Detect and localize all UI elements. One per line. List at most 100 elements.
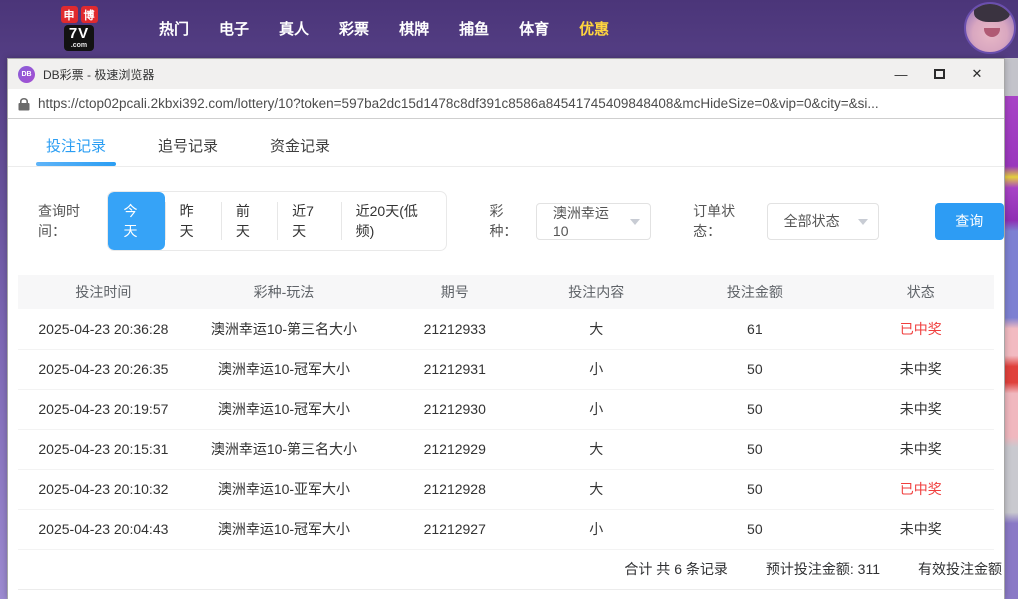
cell-game: 澳洲幸运10-亚军大小: [188, 469, 380, 510]
tab-fund-records[interactable]: 资金记录: [270, 135, 330, 166]
record-tabs: 投注记录 追号记录 资金记录: [8, 120, 1004, 167]
cell-time: 2025-04-23 20:04:43: [18, 509, 189, 550]
nav-item-slots[interactable]: 电子: [204, 10, 264, 47]
minimize-button[interactable]: —: [882, 60, 920, 88]
logo-badge-1: 申: [60, 6, 78, 23]
status-badge: 未中奖: [847, 429, 994, 470]
window-title: DB彩票 - 极速浏览器: [43, 67, 155, 82]
nav-item-promo[interactable]: 优惠: [564, 10, 624, 47]
time-range-group: 今天 昨天 前天 近7天 近20天(低频): [107, 191, 448, 251]
close-button[interactable]: ✕: [958, 60, 996, 88]
favicon-icon: DB: [18, 65, 35, 83]
cell-game: 澳洲幸运10-冠军大小: [188, 509, 380, 550]
cell-issue: 21212928: [379, 469, 531, 510]
site-logo[interactable]: 申 博 7V .com: [48, 6, 110, 51]
cell-game: 澳洲幸运10-第三名大小: [188, 429, 380, 470]
logo-wordmark: 7V .com: [63, 25, 95, 51]
nav-item-live[interactable]: 真人: [264, 10, 324, 47]
cell-time: 2025-04-23 20:19:57: [18, 389, 189, 430]
header-bet-amount: 投注金额: [662, 275, 848, 309]
window-titlebar[interactable]: DB DB彩票 - 极速浏览器 — ✕: [8, 59, 1004, 89]
cell-issue: 21212931: [379, 349, 531, 390]
lottery-filter-label: 彩种：: [489, 203, 518, 239]
nav-item-hot[interactable]: 热门: [144, 10, 204, 47]
screen: 申 博 7V .com 热门 电子 真人 彩票 棋牌 捕鱼 体育 优惠 DB D…: [0, 0, 1018, 599]
cell-game: 澳洲幸运10-第三名大小: [188, 309, 380, 350]
time-option-20days[interactable]: 近20天(低频): [340, 192, 447, 250]
table-row: 2025-04-23 20:04:43 澳洲幸运10-冠军大小 21212927…: [18, 509, 994, 550]
table-row: 2025-04-23 20:10:32 澳洲幸运10-亚军大小 21212928…: [18, 469, 994, 510]
nav-item-fishing[interactable]: 捕鱼: [444, 10, 504, 47]
cell-content: 大: [530, 309, 663, 350]
background-banner-strip: [1005, 58, 1018, 599]
header-status: 状态: [847, 275, 994, 309]
status-badge: 未中奖: [847, 349, 994, 390]
chevron-down-icon: [857, 218, 868, 225]
window-controls: — ✕: [882, 60, 996, 88]
status-badge: 已中奖: [847, 309, 994, 350]
nav-item-sports[interactable]: 体育: [504, 10, 564, 47]
cell-time: 2025-04-23 20:15:31: [18, 429, 189, 470]
footer-expected-amount: 预计投注金额: 311: [765, 561, 880, 577]
cell-time: 2025-04-23 20:10:32: [18, 469, 189, 510]
status-badge: 未中奖: [847, 509, 994, 550]
table-header-row: 投注时间 彩种-玩法 期号 投注内容 投注金额 状态: [18, 275, 994, 309]
tab-bet-records[interactable]: 投注记录: [35, 135, 117, 166]
status-badge: 未中奖: [847, 389, 994, 430]
status-select-wrap: 全部状态: [766, 202, 879, 240]
cell-amount: 61: [662, 309, 848, 350]
cell-amount: 50: [662, 469, 848, 510]
cell-content: 大: [530, 469, 663, 510]
table-row: 2025-04-23 20:36:28 澳洲幸运10-第三名大小 2121293…: [18, 309, 994, 350]
table-row: 2025-04-23 20:26:35 澳洲幸运10-冠军大小 21212931…: [18, 349, 994, 390]
cell-amount: 50: [662, 429, 848, 470]
table-footer: 合计 共 6 条记录 预计投注金额: 311 有效投注金额: [18, 550, 1002, 590]
footer-valid-amount: 有效投注金额: [918, 561, 1002, 577]
status-select-value: 全部状态: [783, 213, 840, 229]
time-option-today[interactable]: 今天: [108, 192, 165, 250]
cell-content: 小: [530, 509, 663, 550]
maximize-button[interactable]: [920, 60, 958, 88]
header-bet-content: 投注内容: [530, 275, 663, 309]
time-option-yesterday[interactable]: 昨天: [164, 192, 221, 250]
cell-issue: 21212929: [379, 429, 531, 470]
time-filter-label: 查询时间：: [38, 203, 80, 239]
cell-content: 小: [530, 349, 663, 390]
cell-time: 2025-04-23 20:36:28: [18, 309, 189, 350]
time-option-daybefore[interactable]: 前天: [220, 192, 277, 250]
tab-chase-records[interactable]: 追号记录: [158, 135, 218, 166]
url-text[interactable]: https://ctop02pcali.2kbxi392.com/lottery…: [38, 96, 879, 111]
time-option-7days[interactable]: 近7天: [277, 192, 341, 250]
cell-issue: 21212930: [379, 389, 531, 430]
logo-badge-2: 博: [80, 6, 98, 23]
footer-total-count: 合计 共 6 条记录: [624, 561, 728, 577]
nav-item-cards[interactable]: 棋牌: [384, 10, 444, 47]
user-avatar[interactable]: [964, 2, 1016, 54]
cell-amount: 50: [662, 349, 848, 390]
page-content: 投注记录 追号记录 资金记录 查询时间： 今天 昨天 前天 近7天 近20天(低…: [8, 120, 1004, 599]
query-button[interactable]: 查询: [934, 202, 1004, 240]
cell-issue: 21212927: [379, 509, 531, 550]
top-navigation: 申 博 7V .com 热门 电子 真人 彩票 棋牌 捕鱼 体育 优惠: [0, 0, 1018, 57]
status-badge: 已中奖: [847, 469, 994, 510]
cell-issue: 21212933: [379, 309, 531, 350]
bet-records-table: 投注时间 彩种-玩法 期号 投注内容 投注金额 状态 2025-04-23 20…: [18, 275, 994, 550]
lottery-select-wrap: 澳洲幸运10: [535, 202, 652, 240]
table-row: 2025-04-23 20:15:31 澳洲幸运10-第三名大小 2121292…: [18, 429, 994, 470]
nav-item-lottery[interactable]: 彩票: [324, 10, 384, 47]
table-row: 2025-04-23 20:19:57 澳洲幸运10-冠军大小 21212930…: [18, 389, 994, 430]
cell-content: 小: [530, 389, 663, 430]
address-bar[interactable]: https://ctop02pcali.2kbxi392.com/lottery…: [8, 89, 1004, 119]
cell-amount: 50: [662, 509, 848, 550]
header-issue: 期号: [379, 275, 531, 309]
filter-bar: 查询时间： 今天 昨天 前天 近7天 近20天(低频) 彩种： 澳洲幸运10 订…: [8, 167, 1004, 273]
cell-content: 大: [530, 429, 663, 470]
cell-game: 澳洲幸运10-冠军大小: [188, 389, 380, 430]
status-filter-label: 订单状态：: [693, 203, 736, 239]
nav-menu: 热门 电子 真人 彩票 棋牌 捕鱼 体育 优惠: [144, 10, 624, 47]
header-game-play: 彩种-玩法: [188, 275, 380, 309]
lock-icon: [18, 97, 30, 111]
logo-badges: 申 博: [60, 6, 98, 23]
cell-time: 2025-04-23 20:26:35: [18, 349, 189, 390]
maximize-icon: [933, 69, 945, 79]
